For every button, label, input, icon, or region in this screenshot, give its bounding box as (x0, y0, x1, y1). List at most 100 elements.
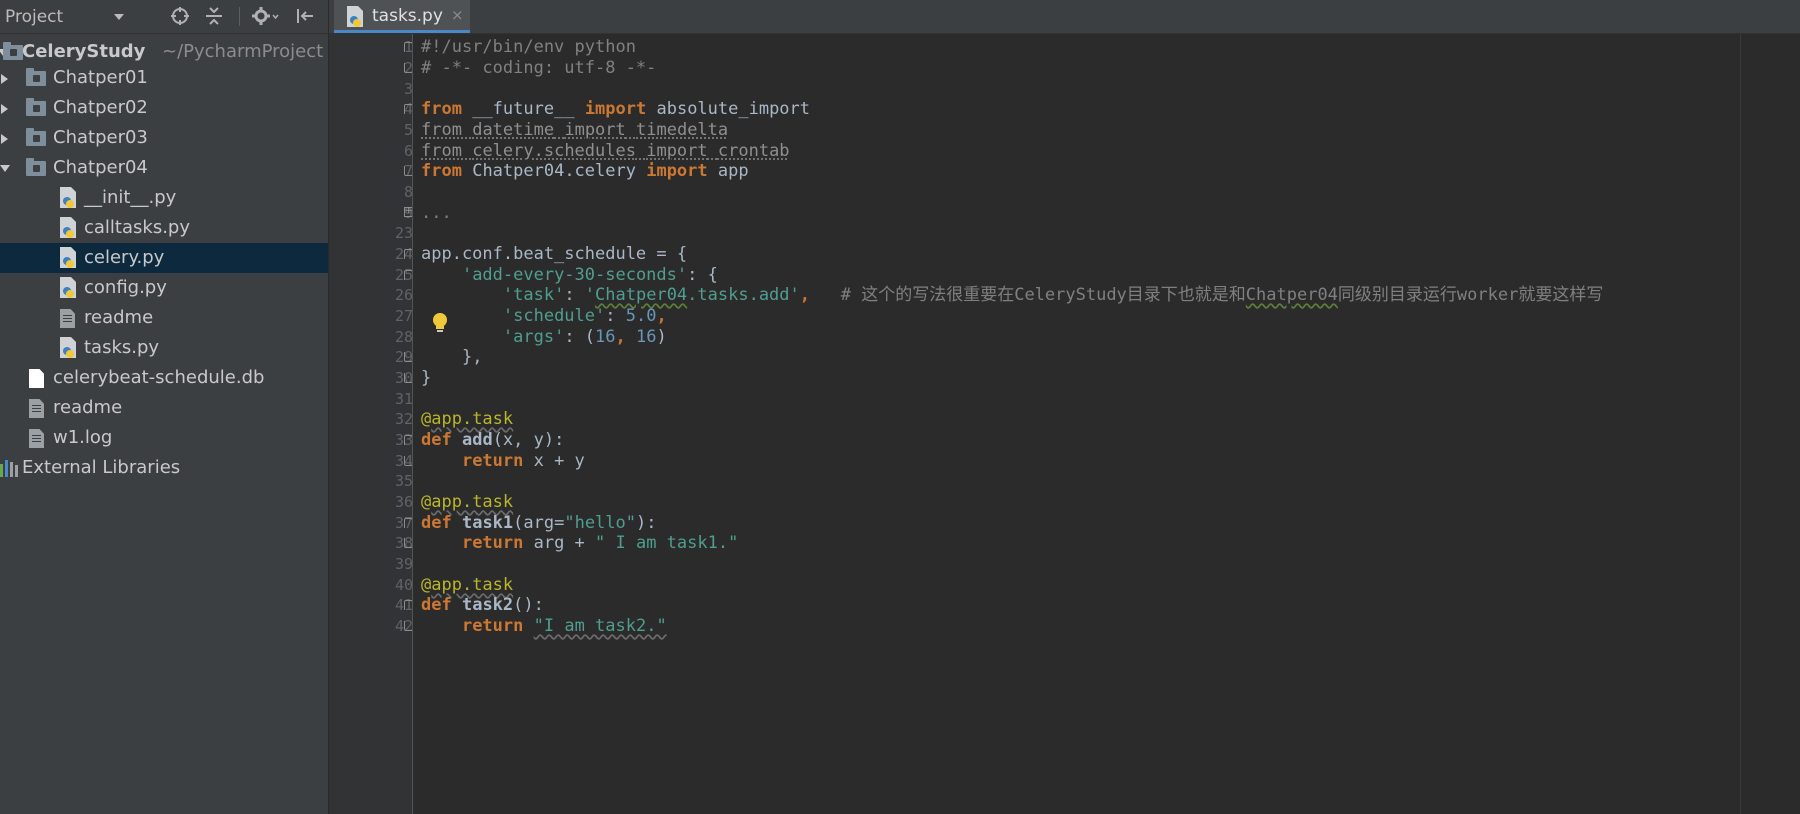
code-line: 'task': 'Chatper04.tasks.add', # 这个的写法很重… (421, 284, 1603, 307)
chevron-right-icon[interactable] (1, 134, 8, 144)
keyword: from (421, 99, 462, 119)
tree-item-file[interactable]: __init__.py (0, 183, 328, 213)
gear-icon[interactable] (251, 6, 281, 28)
tree-item-folder[interactable]: Chatper01 (0, 63, 328, 93)
comment: Chatper04 (1245, 285, 1338, 305)
code-line: 'schedule': 5.0, (421, 305, 667, 328)
comment: 同级别目录运行worker就要这样写 (1337, 285, 1604, 305)
decorator: app.task (431, 409, 514, 429)
string: 'add-every-30-seconds' (461, 265, 688, 285)
tree-item-label: External Libraries (22, 457, 181, 478)
tree-item-label: Chatper02 (53, 97, 148, 118)
tree-item-file[interactable]: calltasks.py (0, 213, 328, 243)
project-view-dropdown[interactable]: Project (0, 0, 128, 33)
python-file-icon (346, 6, 364, 28)
close-icon[interactable]: × (451, 6, 464, 24)
tree-item-label: CeleryStudy (22, 41, 146, 62)
decorator: app.task (431, 575, 514, 595)
number: 16 (636, 327, 657, 347)
params: (): (513, 595, 544, 615)
chevron-right-icon[interactable] (1, 104, 8, 114)
tree-item-file[interactable]: readme (0, 303, 328, 333)
text-file-icon (29, 429, 44, 448)
code-line: # -*- coding: utf-8 -*- (421, 57, 656, 80)
code-editor[interactable]: 1 2 3 4 5 6 7 8 9 23 24 25 26 27 28 29 3… (329, 34, 1800, 814)
string: "I am task2." (533, 616, 667, 636)
line-number: 32 (394, 410, 413, 428)
tree-item-label: readme (84, 307, 154, 328)
decorator: app.task (431, 492, 514, 512)
python-file-icon (59, 247, 77, 269)
tree-item-label: w1.log (53, 427, 113, 448)
project-panel: Project CeleryStudy ~/PycharmProject Cha… (0, 0, 329, 814)
tree-item-file[interactable]: celerybeat-schedule.db (0, 363, 328, 393)
string: "hello" (564, 513, 636, 533)
hide-panel-icon[interactable] (294, 6, 316, 28)
punct: : { (687, 265, 718, 285)
tree-item-label: celery.py (84, 247, 165, 268)
decorator: @ (421, 409, 432, 429)
punct: , (615, 327, 636, 347)
tree-item-file-selected[interactable]: celery.py (0, 243, 328, 273)
string: 'task' (502, 285, 565, 305)
tab-tasks-py[interactable]: tasks.py × (334, 0, 470, 33)
tree-item-file[interactable]: config.py (0, 273, 328, 303)
library-icon (0, 458, 18, 483)
tree-item-label: tasks.py (84, 337, 160, 358)
punct: }, (461, 347, 483, 367)
tree-item-folder[interactable]: Chatper02 (0, 93, 328, 123)
folder-icon (26, 98, 46, 116)
punct: ) (656, 327, 667, 347)
python-file-icon (59, 337, 77, 359)
params: (arg= (513, 513, 565, 533)
keyword: def (421, 430, 452, 450)
tree-item-label: config.py (84, 277, 167, 298)
code-line: return x + y (421, 450, 585, 473)
tree-item-label: calltasks.py (84, 217, 190, 238)
decorator: @ (421, 492, 432, 512)
number: 16 (595, 327, 616, 347)
code-line: #!/usr/bin/env python (421, 36, 636, 59)
chevron-down-icon[interactable] (0, 165, 10, 172)
expression: arg + (523, 533, 596, 553)
tree-item-label: __init__.py (84, 187, 177, 208)
identifier: __future__ (472, 99, 575, 119)
identifier: crontab (717, 141, 790, 161)
folder-icon (26, 158, 46, 176)
tree-item-file[interactable]: readme (0, 393, 328, 423)
string: " I am task1." (595, 533, 739, 553)
crosshair-icon[interactable] (169, 6, 191, 28)
punct: : ( (564, 327, 596, 347)
punct: : (564, 285, 585, 305)
code-line-folded[interactable]: ... (421, 202, 452, 225)
function-name: task2 (461, 595, 514, 615)
tree-item-folder-open[interactable]: Chatper04 (0, 153, 328, 183)
keyword: import (646, 141, 708, 161)
line-number: 35 (394, 472, 413, 490)
line-number: 26 (394, 286, 413, 304)
line-number: 36 (394, 493, 413, 511)
identifier: app (717, 161, 749, 181)
keyword: return (461, 616, 524, 636)
string: 'args' (502, 327, 565, 347)
line-number: 5 (403, 121, 413, 139)
tree-item-folder[interactable]: Chatper03 (0, 123, 328, 153)
string: 'schedule' (502, 306, 606, 326)
identifier: timedelta (636, 120, 729, 140)
folded-region[interactable]: ... (421, 203, 452, 223)
folder-icon (26, 68, 46, 86)
code-line: from Chatper04.celery import app (421, 160, 749, 183)
code-line: @app.task (421, 408, 513, 431)
assignment: app.conf.beat_schedule = { (421, 244, 688, 264)
chevron-right-icon[interactable] (1, 74, 8, 84)
tree-item-file[interactable]: w1.log (0, 423, 328, 453)
python-file-icon (59, 217, 77, 239)
string: .tasks.add' (687, 285, 800, 305)
line-number: 23 (394, 224, 413, 242)
identifier: absolute_import (656, 99, 811, 119)
code-line: }, (421, 346, 482, 369)
params: ): (636, 513, 657, 533)
tree-item-external-libraries[interactable]: External Libraries (0, 453, 328, 483)
collapse-all-icon[interactable] (203, 6, 225, 28)
tree-item-file[interactable]: tasks.py (0, 333, 328, 363)
